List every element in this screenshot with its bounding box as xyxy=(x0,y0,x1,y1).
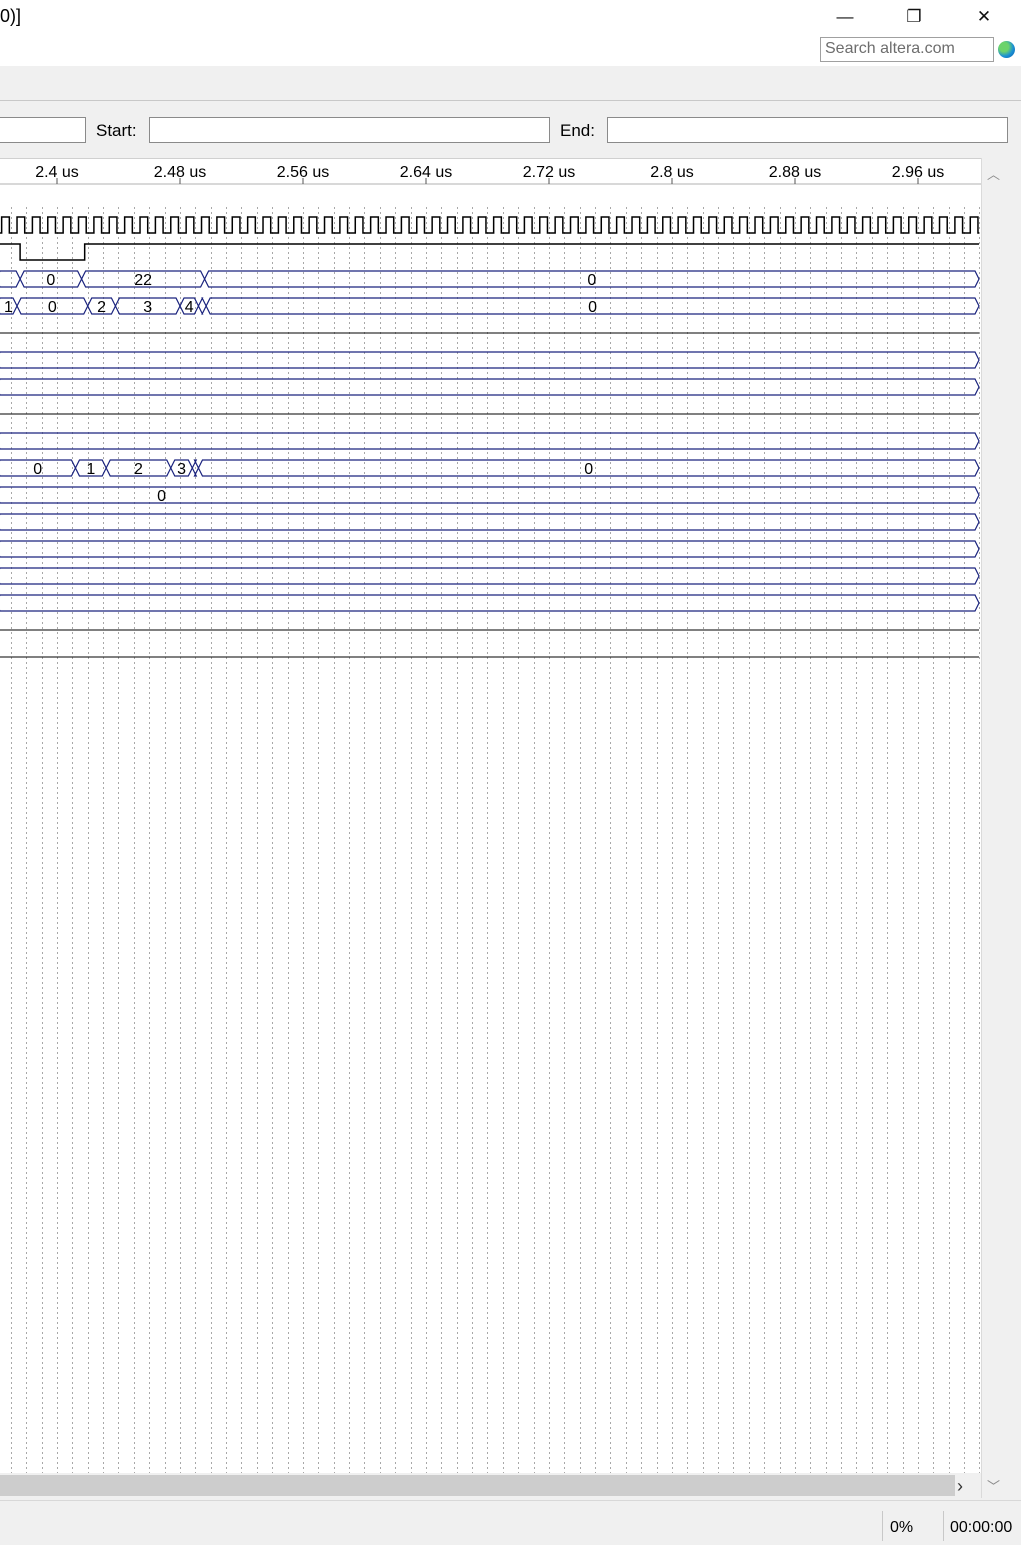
scroll-up-icon[interactable]: ︿ xyxy=(987,164,1000,183)
bus-segment xyxy=(0,594,980,612)
bus-value-label: 1 xyxy=(86,461,95,478)
bus-value-label: 0 xyxy=(587,272,596,289)
bus-segment xyxy=(0,378,980,396)
ruler-tick-label: 2.4 us xyxy=(35,164,79,181)
start-field[interactable] xyxy=(149,117,550,143)
window-title: 0)] xyxy=(0,6,22,26)
bus-value-label: 2 xyxy=(134,461,143,478)
bus-value-label: 22 xyxy=(134,272,152,289)
bus-value-label: 0 xyxy=(157,488,166,505)
bus-segment xyxy=(0,351,980,369)
bus-segment xyxy=(0,432,980,450)
title-bar: 0)] — ❐ ✕ Search altera.com xyxy=(0,0,1021,66)
bit-waveform xyxy=(0,243,979,261)
bus-value-label: 3 xyxy=(143,299,152,316)
scroll-down-icon[interactable]: ﹀ xyxy=(987,1476,1000,1495)
status-divider xyxy=(882,1511,883,1541)
bus-value-label: 1 xyxy=(4,299,13,316)
ruler-tick-label: 2.72 us xyxy=(523,164,575,181)
search-input[interactable]: Search altera.com xyxy=(820,37,994,62)
close-icon: ✕ xyxy=(976,7,992,26)
bus-segment xyxy=(0,540,980,558)
bus-segment xyxy=(0,270,21,288)
waveform-canvas[interactable]: 2.4 us 2.48 us 2.56 us 2.64 us 2.72 us 2.8 us… xyxy=(0,159,981,1474)
bus-segment xyxy=(197,297,207,315)
elapsed-time: 00:00:00 xyxy=(950,1519,1013,1536)
bus-value-label: 0 xyxy=(46,272,55,289)
ruler-tick-label: 2.88 us xyxy=(769,164,821,181)
minimize-button[interactable]: — xyxy=(822,2,868,32)
end-field[interactable] xyxy=(607,117,1008,143)
bus-segment xyxy=(0,486,980,504)
scroll-right-icon[interactable]: › xyxy=(957,1476,963,1497)
bus-value-label: 0 xyxy=(588,299,597,316)
globe-icon[interactable] xyxy=(998,41,1015,58)
bus-value-label: 0 xyxy=(48,299,57,316)
status-bar: 0% 00:00:00 xyxy=(0,1500,1021,1545)
toolbar xyxy=(0,67,1021,101)
progress-percent: 0% xyxy=(890,1519,914,1536)
clock-waveform xyxy=(0,216,979,234)
restore-icon: ❐ xyxy=(906,7,922,26)
bus-segment xyxy=(0,567,980,585)
time-ruler xyxy=(0,159,981,184)
bus-value-label: 4 xyxy=(185,299,194,316)
close-button[interactable]: ✕ xyxy=(961,2,1007,32)
ruler-tick-label: 2.48 us xyxy=(154,164,206,181)
ruler-tick-label: 2.96 us xyxy=(892,164,944,181)
bus-value-label: 0 xyxy=(584,461,593,478)
waveform-viewer[interactable]: 2.4 us 2.48 us 2.56 us 2.64 us 2.72 us 2.8 us… xyxy=(0,158,981,1474)
vertical-scrollbar[interactable]: ︿ ﹀ xyxy=(981,158,1008,1498)
end-label: End: xyxy=(560,121,595,140)
restore-button[interactable]: ❐ xyxy=(891,2,937,32)
horizontal-scrollbar[interactable]: › xyxy=(0,1473,981,1498)
bus-segment xyxy=(0,513,980,531)
bus-value-label: 0 xyxy=(33,461,42,478)
bus-value-label: 2 xyxy=(97,299,106,316)
horizontal-scroll-thumb[interactable] xyxy=(0,1475,955,1496)
name-field[interactable] xyxy=(0,117,86,143)
ruler-tick-label: 2.8 us xyxy=(650,164,694,181)
ruler-tick-label: 2.56 us xyxy=(277,164,329,181)
minimize-icon: — xyxy=(836,7,854,26)
status-divider xyxy=(943,1511,944,1541)
start-label: Start: xyxy=(96,121,137,140)
bus-value-label: 3 xyxy=(177,461,186,478)
ruler-tick-label: 2.64 us xyxy=(400,164,452,181)
